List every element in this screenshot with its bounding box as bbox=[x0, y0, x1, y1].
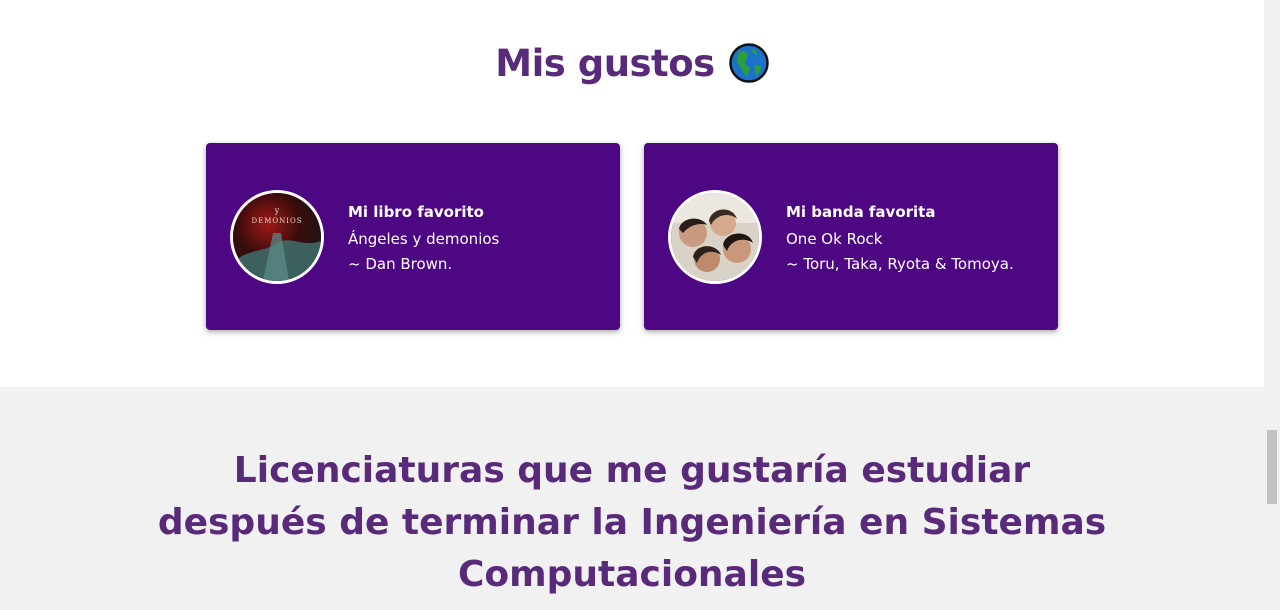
career-section: Licenciaturas que me gustaría estudiar d… bbox=[0, 387, 1264, 610]
favorite-book-card: y DEMONIOS Mi libro favorito Ángeles y d… bbox=[206, 143, 620, 330]
book-author: ~ Dan Brown. bbox=[348, 255, 453, 273]
svg-text:DEMONIOS: DEMONIOS bbox=[251, 217, 302, 225]
scrollbar-thumb[interactable] bbox=[1267, 430, 1277, 504]
book-heading: Mi libro favorito bbox=[348, 203, 484, 221]
career-title: Licenciaturas que me gustaría estudiar d… bbox=[157, 450, 1107, 595]
book-cover-image: y DEMONIOS bbox=[230, 190, 324, 284]
page: Mis gustos y DEMONIOS Mi libro favorito … bbox=[0, 0, 1264, 610]
vertical-scrollbar[interactable] bbox=[1264, 0, 1280, 610]
band-heading: Mi banda favorita bbox=[786, 203, 936, 221]
band-name: One Ok Rock bbox=[786, 230, 883, 248]
svg-text:y: y bbox=[274, 206, 280, 215]
likes-section: Mis gustos y DEMONIOS Mi libro favorito … bbox=[0, 0, 1264, 387]
band-info: Mi banda favorita One Ok Rock ~ Toru, Ta… bbox=[786, 201, 1046, 277]
book-title: Ángeles y demonios bbox=[348, 230, 500, 248]
globe-americas-icon bbox=[728, 43, 769, 83]
likes-title-row: Mis gustos bbox=[0, 38, 1264, 88]
band-members: ~ Toru, Taka, Ryota & Tomoya. bbox=[786, 255, 1014, 273]
book-info: Mi libro favorito Ángeles y demonios ~ D… bbox=[348, 201, 608, 277]
likes-title: Mis gustos bbox=[495, 41, 715, 85]
band-photo-image bbox=[668, 190, 762, 284]
favorite-band-card: Mi banda favorita One Ok Rock ~ Toru, Ta… bbox=[644, 143, 1058, 330]
